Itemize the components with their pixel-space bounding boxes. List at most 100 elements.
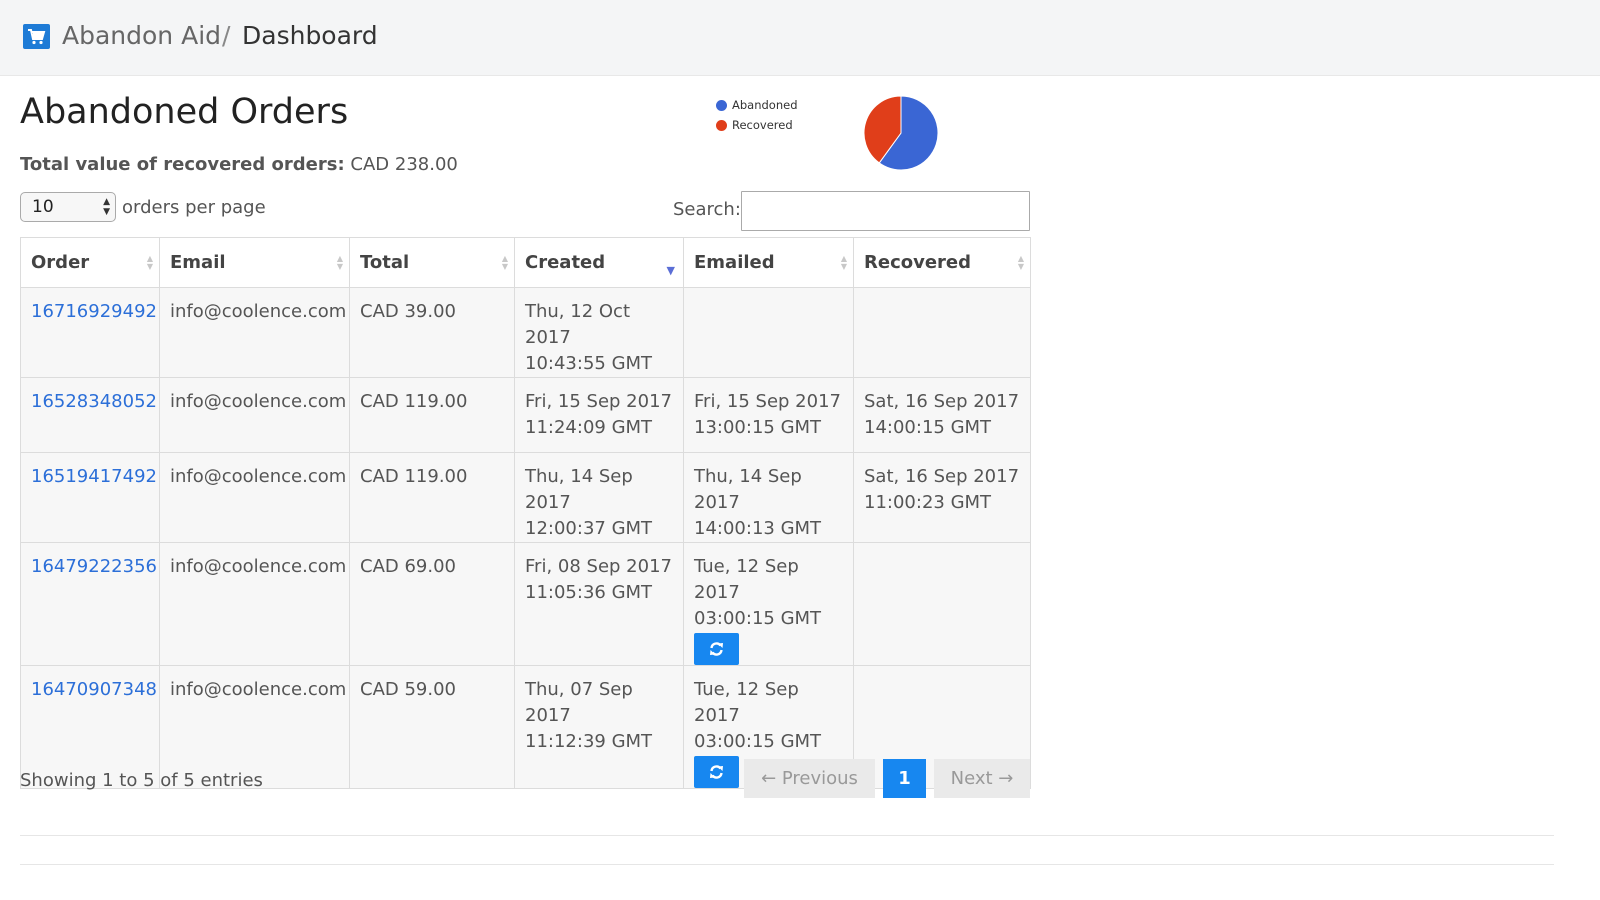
divider bbox=[20, 864, 1554, 865]
emailed-date: Thu, 14 Sep 2017 bbox=[694, 466, 802, 513]
created-time: 12:00:37 GMT bbox=[525, 518, 653, 539]
legend-swatch-recovered bbox=[716, 119, 727, 131]
sort-both-icon: ▲ ▼ bbox=[840, 253, 847, 271]
created-cell: Fri, 08 Sep 2017 11:05:36 GMT bbox=[514, 542, 684, 666]
sort-descending-icon: ▼ bbox=[666, 264, 675, 277]
table-row: 16716929492 info@coolence.com CAD 39.00 … bbox=[20, 287, 1031, 378]
emailed-time: 13:00:15 GMT bbox=[694, 417, 822, 438]
page-1-button[interactable]: 1 bbox=[883, 759, 926, 798]
breadcrumb-current: Dashboard bbox=[242, 21, 378, 50]
column-header-label: Order bbox=[31, 252, 90, 273]
app-name-link[interactable]: Abandon Aid bbox=[62, 21, 221, 50]
sort-both-icon: ▲ ▼ bbox=[336, 253, 343, 271]
orders-table: Order ▲ ▼ Email ▲ ▼ Total ▲ ▼ Created ▼ Emailed… bbox=[20, 237, 1031, 789]
emailed-time: 03:00:15 GMT bbox=[694, 731, 822, 752]
email-cell: info@coolence.com bbox=[159, 377, 350, 453]
per-page-select[interactable]: 10 ▲ ▼ bbox=[20, 192, 116, 222]
summary-value: CAD 238.00 bbox=[350, 154, 458, 175]
table-header-row: Order ▲ ▼ Email ▲ ▼ Total ▲ ▼ Created ▼ Emailed… bbox=[20, 237, 1031, 288]
column-header-created[interactable]: Created ▼ bbox=[514, 237, 684, 288]
email-cell: info@coolence.com bbox=[159, 287, 350, 378]
created-time: 11:05:36 GMT bbox=[525, 582, 653, 603]
created-cell: Fri, 15 Sep 2017 11:24:09 GMT bbox=[514, 377, 684, 453]
emailed-date: Tue, 12 Sep 2017 bbox=[694, 556, 799, 603]
recovered-date: Sat, 16 Sep 2017 bbox=[864, 391, 1020, 412]
sort-both-icon: ▲ ▼ bbox=[1017, 253, 1024, 271]
recovered-cell bbox=[853, 542, 1031, 666]
per-page-value: 10 bbox=[32, 197, 54, 217]
order-link[interactable]: 16470907348 bbox=[31, 679, 157, 700]
email-cell: info@coolence.com bbox=[159, 542, 350, 666]
recovered-time: 14:00:15 GMT bbox=[864, 417, 992, 438]
emailed-date: Fri, 15 Sep 2017 bbox=[694, 391, 841, 412]
order-link[interactable]: 16528348052 bbox=[31, 391, 157, 412]
emailed-cell: Fri, 15 Sep 2017 13:00:15 GMT bbox=[683, 377, 854, 453]
email-cell: info@coolence.com bbox=[159, 452, 350, 543]
legend-label-abandoned: Abandoned bbox=[732, 98, 798, 112]
recovery-pie-chart bbox=[863, 95, 939, 171]
refresh-icon bbox=[710, 765, 723, 779]
column-header-label: Created bbox=[525, 252, 606, 273]
total-cell: CAD 69.00 bbox=[349, 542, 515, 666]
recovered-summary: Total value of recovered orders: CAD 238… bbox=[20, 154, 458, 175]
order-cell: 16479222356 bbox=[20, 542, 160, 666]
recovered-cell: Sat, 16 Sep 2017 14:00:15 GMT bbox=[853, 377, 1031, 453]
emailed-time: 14:00:13 GMT bbox=[694, 518, 822, 539]
chart-legend: Abandoned Recovered bbox=[716, 95, 798, 135]
resend-email-button[interactable] bbox=[694, 756, 739, 788]
recovered-date: Sat, 16 Sep 2017 bbox=[864, 466, 1020, 487]
sort-both-icon: ▲ ▼ bbox=[501, 253, 508, 271]
per-page-label: orders per page bbox=[122, 196, 266, 218]
legend-item-recovered: Recovered bbox=[716, 115, 798, 135]
sort-both-icon: ▲ ▼ bbox=[146, 253, 153, 271]
total-cell: CAD 119.00 bbox=[349, 377, 515, 453]
created-cell: Thu, 07 Sep 2017 11:12:39 GMT bbox=[514, 665, 684, 789]
column-header-emailed[interactable]: Emailed ▲ ▼ bbox=[683, 237, 854, 288]
top-bar: Abandon Aid / Dashboard bbox=[0, 0, 1600, 76]
table-row: 16519417492 info@coolence.com CAD 119.00… bbox=[20, 452, 1031, 543]
column-header-label: Recovered bbox=[864, 252, 972, 273]
cart-icon[interactable] bbox=[23, 24, 50, 49]
column-header-total[interactable]: Total ▲ ▼ bbox=[349, 237, 515, 288]
previous-page-button[interactable]: ← Previous bbox=[744, 759, 875, 798]
column-header-email[interactable]: Email ▲ ▼ bbox=[159, 237, 350, 288]
emailed-cell: Thu, 14 Sep 2017 14:00:13 GMT bbox=[683, 452, 854, 543]
column-header-label: Emailed bbox=[694, 252, 775, 273]
select-arrows-icon: ▲ ▼ bbox=[103, 197, 110, 217]
legend-label-recovered: Recovered bbox=[732, 118, 793, 132]
next-page-button[interactable]: Next → bbox=[934, 759, 1030, 798]
order-link[interactable]: 16519417492 bbox=[31, 466, 157, 487]
order-cell: 16528348052 bbox=[20, 377, 160, 453]
column-header-order[interactable]: Order ▲ ▼ bbox=[20, 237, 160, 288]
recovered-cell bbox=[853, 287, 1031, 378]
emailed-time: 03:00:15 GMT bbox=[694, 608, 822, 629]
divider bbox=[20, 835, 1554, 836]
created-time: 10:43:55 GMT bbox=[525, 353, 653, 374]
created-date: Thu, 07 Sep 2017 bbox=[525, 679, 633, 726]
total-cell: CAD 119.00 bbox=[349, 452, 515, 543]
legend-item-abandoned: Abandoned bbox=[716, 95, 798, 115]
resend-email-button[interactable] bbox=[694, 633, 739, 665]
created-cell: Thu, 12 Oct 2017 10:43:55 GMT bbox=[514, 287, 684, 378]
column-header-label: Total bbox=[360, 252, 410, 273]
search-input[interactable] bbox=[741, 191, 1030, 231]
breadcrumb-separator: / bbox=[222, 21, 231, 50]
emailed-date: Tue, 12 Sep 2017 bbox=[694, 679, 799, 726]
total-cell: CAD 39.00 bbox=[349, 287, 515, 378]
table-row: 16528348052 info@coolence.com CAD 119.00… bbox=[20, 377, 1031, 453]
refresh-icon bbox=[710, 642, 723, 656]
created-date: Fri, 15 Sep 2017 bbox=[525, 391, 672, 412]
summary-label: Total value of recovered orders: bbox=[20, 154, 345, 175]
table-info: Showing 1 to 5 of 5 entries bbox=[20, 770, 263, 791]
order-cell: 16716929492 bbox=[20, 287, 160, 378]
page-title: Abandoned Orders bbox=[20, 92, 349, 132]
total-cell: CAD 59.00 bbox=[349, 665, 515, 789]
order-cell: 16519417492 bbox=[20, 452, 160, 543]
created-date: Thu, 14 Sep 2017 bbox=[525, 466, 633, 513]
column-header-recovered[interactable]: Recovered ▲ ▼ bbox=[853, 237, 1031, 288]
created-time: 11:24:09 GMT bbox=[525, 417, 653, 438]
order-link[interactable]: 16716929492 bbox=[31, 301, 157, 322]
order-link[interactable]: 16479222356 bbox=[31, 556, 157, 577]
legend-swatch-abandoned bbox=[716, 99, 727, 111]
search-label: Search: bbox=[673, 199, 741, 220]
